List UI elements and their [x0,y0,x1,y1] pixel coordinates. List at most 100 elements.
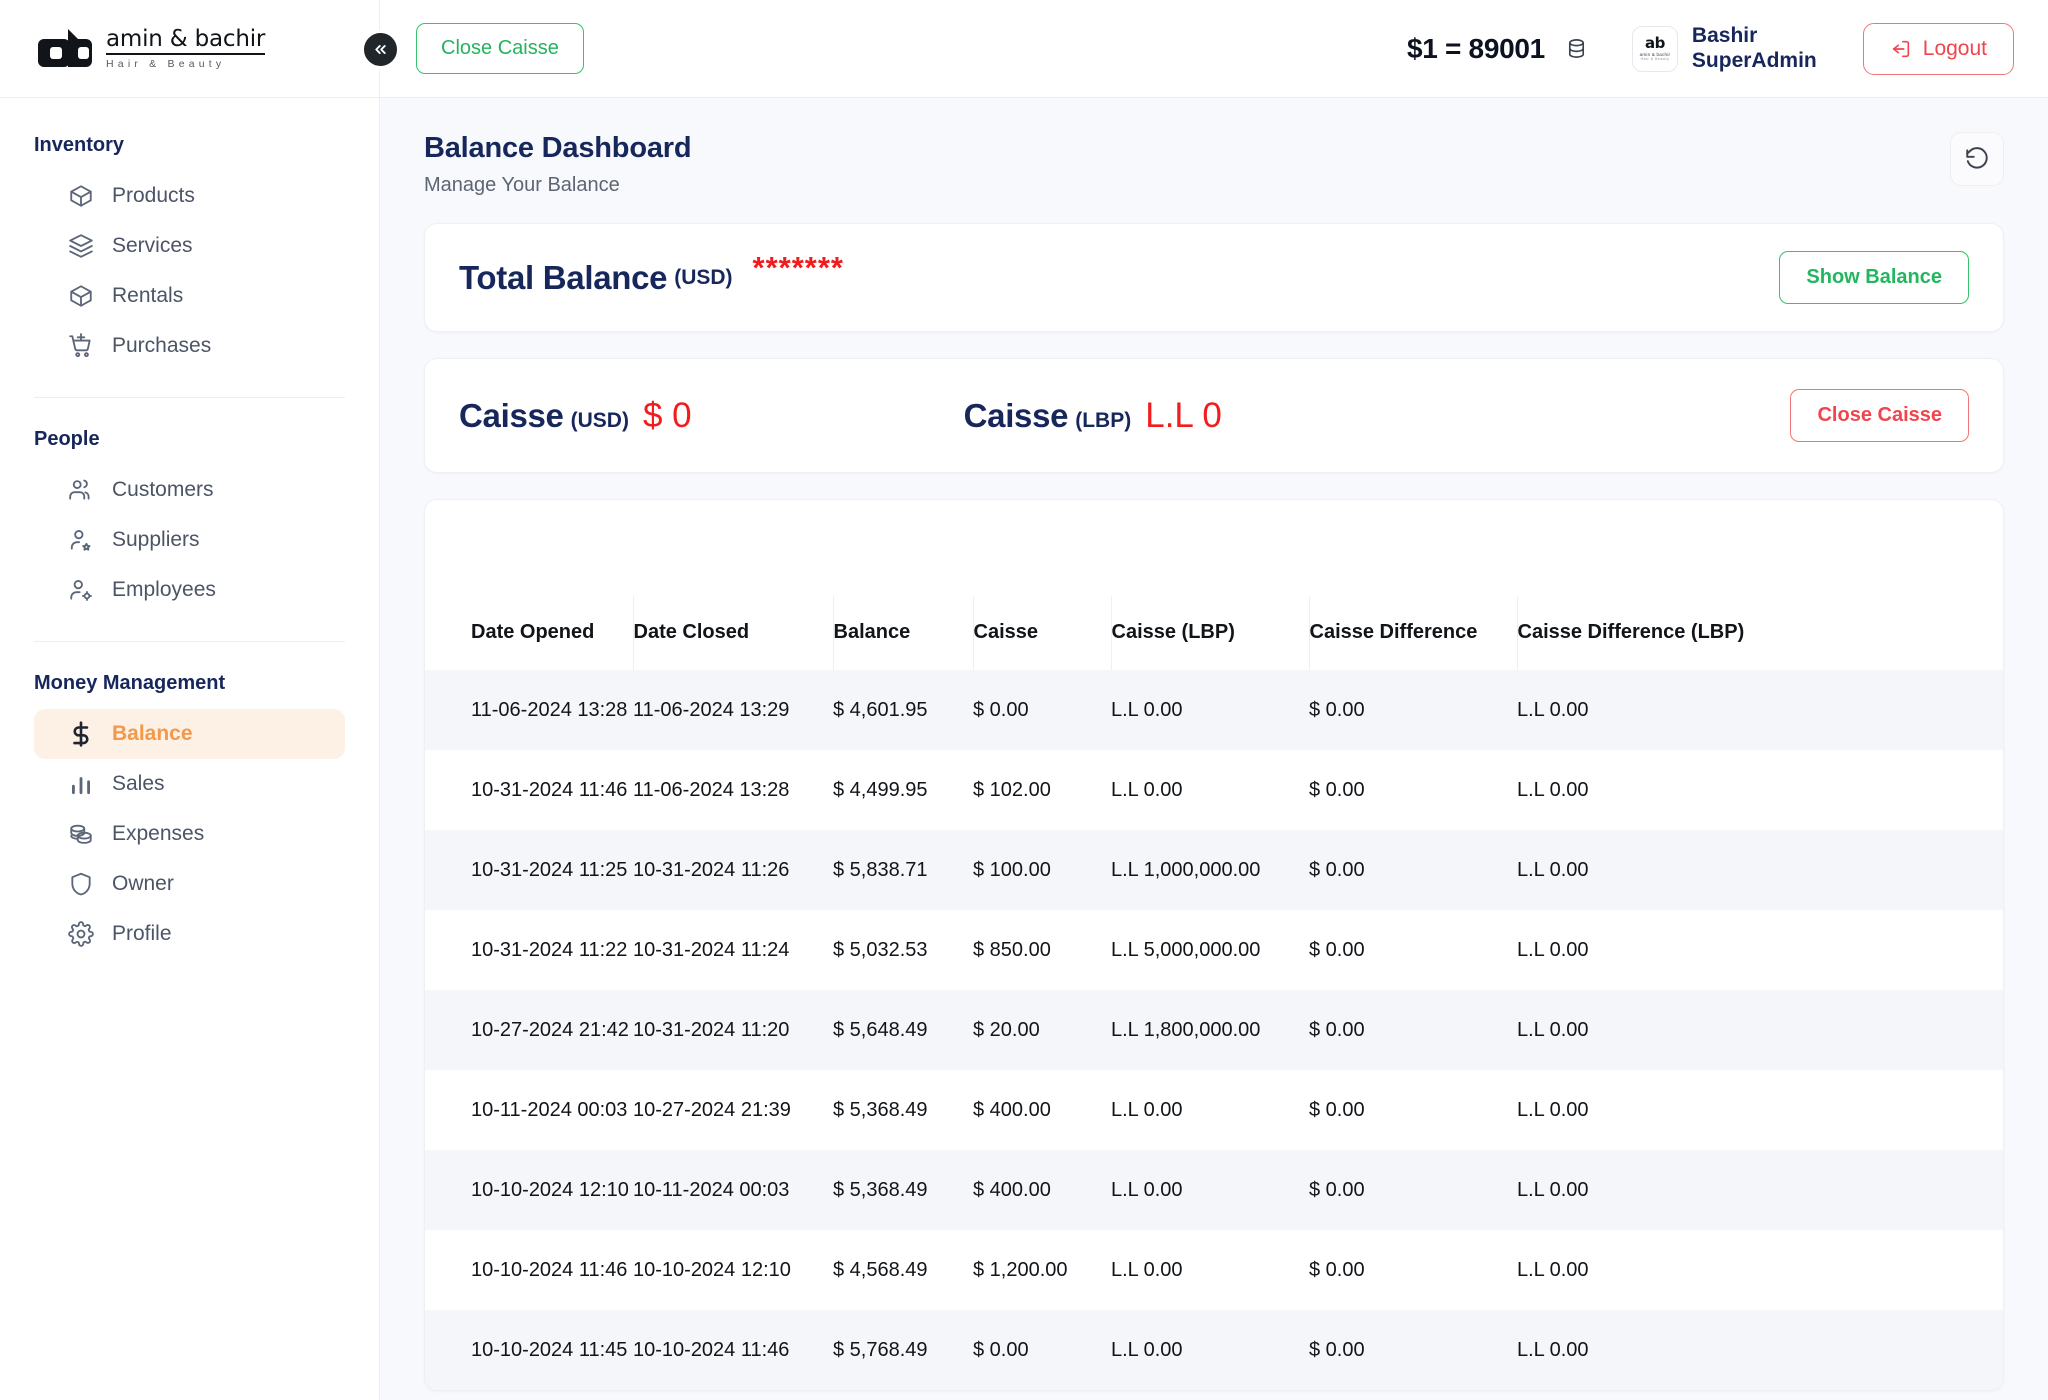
cell-balance: $ 5,768.49 [833,1338,928,1361]
table-row[interactable]: 10-31-2024 11:25 10-31-2024 11:26 $ 5,838.… [425,830,2003,910]
dollar-icon [68,721,94,747]
cell-diff: $ 0.00 [1309,1018,1365,1041]
balance-history-table: Date Opened Date Closed Balance Caisse Caiss… [424,499,2004,1391]
cell-caisse: $ 102.00 [973,778,1051,801]
close-caisse-button[interactable]: Close Caisse [1790,389,1969,442]
cell-caisse-lbp: L.L 0.00 [1111,778,1183,801]
sidebar-group-people: People Customers Suppliers Employees [0,428,379,615]
total-balance-masked-value: ******* [752,250,844,285]
caisse-usd-label: Caisse [459,396,564,434]
layers-icon [69,234,93,258]
cell-balance: $ 5,838.71 [833,858,928,881]
cell-date-closed: 11-06-2024 13:29 [633,698,790,721]
refresh-button[interactable] [1950,132,2004,186]
cell-diff: $ 0.00 [1309,1258,1365,1281]
cell-date-closed: 10-31-2024 11:20 [633,1018,790,1041]
sidebar-item-owner[interactable]: Owner [34,859,345,909]
sidebar-item-employees[interactable]: Employees [34,565,345,615]
table-row[interactable]: 10-10-2024 11:45 10-10-2024 11:46 $ 5,768.… [425,1310,2003,1390]
cell-date-opened: 10-11-2024 00:03 [471,1098,628,1121]
sidebar-item-purchases[interactable]: Purchases [34,321,345,371]
sidebar-item-services[interactable]: Services [34,221,345,271]
cell-caisse-lbp: L.L 0.00 [1111,1178,1183,1201]
box-icon [70,185,92,207]
logout-button[interactable]: Logout [1862,22,2014,75]
bar-chart-icon [72,777,90,795]
sidebar-item-profile[interactable]: Profile [34,909,345,959]
cell-diff-lbp: L.L 0.00 [1517,698,1589,721]
sidebar-divider [34,397,345,398]
sidebar-item-label: Sales [112,772,165,795]
table-row[interactable]: 10-31-2024 11:46 11-06-2024 13:28 $ 4,499.… [425,750,2003,830]
column-header: Caisse Difference [1309,596,1518,670]
box-icon [68,183,94,209]
table-row[interactable]: 10-27-2024 21:42 10-31-2024 11:20 $ 5,648.… [425,990,2003,1070]
chevron-double-left-icon [375,45,386,54]
caisse-usd: Caisse (USD) $ 0 [459,396,692,436]
cell-balance: $ 5,368.49 [833,1098,928,1121]
cell-caisse: $ 20.00 [973,1018,1040,1041]
logo-wordmark: amin & bachir Hair & Beauty [106,27,265,70]
column-header: Date Opened [425,596,634,670]
sidebar-item-rentals[interactable]: Rentals [34,271,345,321]
caisse-card: Caisse (USD) $ 0 Caisse (LBP) L.L 0 Clos… [424,358,2004,473]
user-gear-icon [68,577,94,603]
cell-caisse-lbp: L.L 0.00 [1111,1098,1183,1121]
page-header: Balance Dashboard Manage Your Balance [424,132,2004,197]
sidebar-item-sales[interactable]: Sales [34,759,345,809]
cell-date-opened: 10-10-2024 11:46 [471,1258,628,1281]
cell-diff: $ 0.00 [1309,858,1365,881]
cell-balance: $ 5,368.49 [833,1178,928,1201]
database-icon[interactable] [1565,37,1588,60]
avatar-brand-tagline: Hair & Beauty [1640,57,1670,61]
table-row[interactable]: 10-10-2024 12:10 10-11-2024 00:03 $ 5,368.… [425,1150,2003,1230]
refresh-ccw-icon [1966,147,1988,169]
sidebar-item-expenses[interactable]: Expenses [34,809,345,859]
sidebar-group-title: People [34,428,100,450]
show-balance-button[interactable]: Show Balance [1779,251,1969,304]
cell-diff: $ 0.00 [1309,938,1365,961]
cell-balance: $ 4,601.95 [833,698,928,721]
user-profile[interactable]: ab amin & bachir Hair & Beauty Bashir Su… [1631,24,1817,74]
sidebar-item-balance[interactable]: Balance [34,709,345,759]
users-icon [68,477,94,503]
cart-plus-icon [68,333,94,359]
cell-date-opened: 10-10-2024 12:10 [471,1178,629,1201]
sidebar-item-customers[interactable]: Customers [34,465,345,515]
coins-icon [70,824,92,844]
user-gear-icon [70,579,92,601]
column-header: Caisse Difference (LBP) [1517,620,1745,643]
cell-date-opened: 10-10-2024 11:45 [471,1338,628,1361]
topbar-right: $1 = 89001 ab amin & bachir Hair & Beaut… [1407,22,2048,75]
cell-diff-lbp: L.L 0.00 [1517,1098,1589,1121]
sidebar-collapse-button[interactable] [361,30,400,69]
cell-diff-lbp: L.L 0.00 [1517,938,1589,961]
column-header: Balance [833,596,974,670]
avatar: ab amin & bachir Hair & Beauty [1631,25,1678,72]
table-row[interactable]: 10-31-2024 11:22 10-31-2024 11:24 $ 5,032.… [425,910,2003,990]
sidebar-item-label: Customers [112,478,214,501]
sidebar-item-label: Profile [112,922,172,945]
sidebar-item-products[interactable]: Products [34,171,345,221]
column-header: Date Closed [633,596,834,670]
cell-diff-lbp: L.L 0.00 [1517,1178,1589,1201]
brand-logo[interactable]: amin & bachir Hair & Beauty [0,0,380,98]
table-row[interactable]: 10-11-2024 00:03 10-27-2024 21:39 $ 5,368.… [425,1070,2003,1150]
caisse-usd-value: $ 0 [642,395,692,435]
close-caisse-top-button[interactable]: Close Caisse [416,23,584,74]
sidebar-item-suppliers[interactable]: Suppliers [34,515,345,565]
shield-icon [71,872,91,896]
table-row[interactable]: 10-10-2024 11:46 10-10-2024 12:10 $ 4,568.… [425,1230,2003,1310]
cell-date-closed: 10-31-2024 11:24 [633,938,790,961]
column-header: Caisse [973,596,1112,670]
table-row[interactable]: 11-06-2024 13:28 11-06-2024 13:29 $ 4,601.… [425,670,2003,750]
cell-balance: $ 5,648.49 [833,1018,928,1041]
shield-icon [68,871,94,897]
app-root: amin & bachir Hair & Beauty Close Caisse… [0,0,2048,1400]
sidebar-group-money-management: Money Management Balance Sales Expenses Owne… [0,672,379,959]
table-head: Date Opened Date Closed Balance Caisse Caiss… [425,596,2003,670]
cell-date-opened: 10-31-2024 11:22 [471,938,628,961]
page-title: Balance Dashboard [424,132,692,164]
cell-diff: $ 0.00 [1309,1338,1365,1361]
cell-caisse: $ 400.00 [973,1098,1051,1121]
